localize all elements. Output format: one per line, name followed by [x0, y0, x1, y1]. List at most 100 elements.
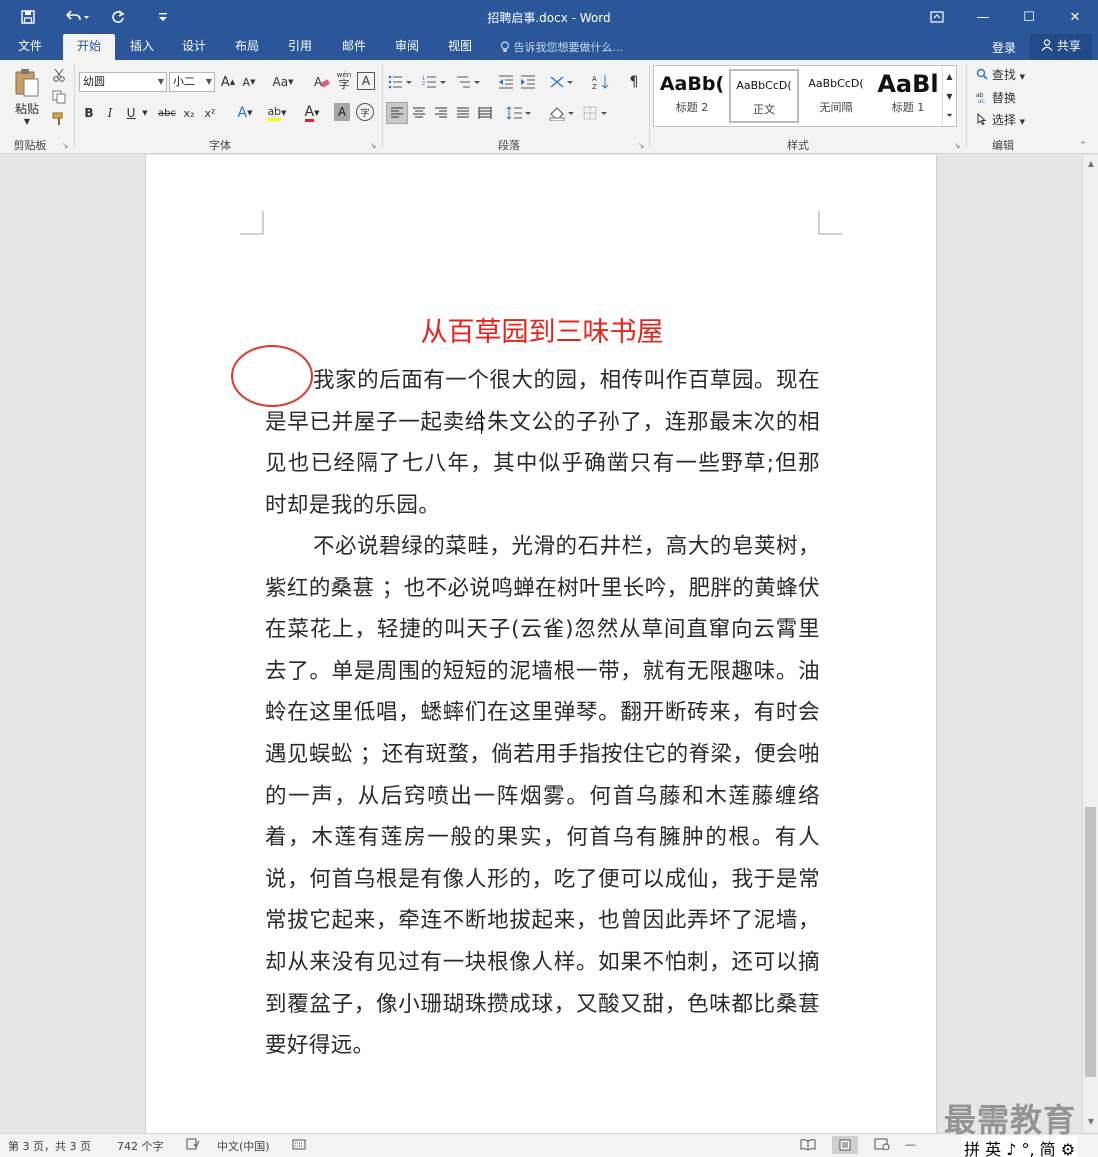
paragraph-2: 不必说碧绿的菜畦，光滑的石井栏，高大的皂荚树，紫红的桑葚 ；也不必说鸣蝉在树叶里…	[265, 534, 820, 1059]
style-normal[interactable]: AaBbCcD( 正文	[729, 69, 799, 123]
strikethrough-button[interactable]: abc	[155, 103, 179, 123]
ime-toolbar[interactable]: 拼 英 ♪ °, 简 ⚙	[962, 1136, 1078, 1157]
font-color-icon[interactable]: A ▼	[298, 103, 326, 123]
shrink-font-icon[interactable]: A ▼	[240, 72, 258, 92]
proofing-icon[interactable]	[186, 1138, 200, 1153]
document-page[interactable]: 从百草园到三味书屋 我家的后面有一个很大的园，相传叫作百草园。现在是早已并屋子一…	[145, 155, 937, 1133]
format-painter-icon[interactable]	[50, 110, 68, 128]
numbering-icon[interactable]: 12	[421, 72, 453, 92]
bullets-icon[interactable]	[387, 72, 419, 92]
style-heading-1[interactable]: AaBl 标题 1	[873, 69, 943, 123]
cut-icon[interactable]	[50, 66, 68, 84]
style-preview: AaBb(	[659, 73, 725, 95]
style-name: 正文	[753, 103, 775, 116]
scrollbar-thumb[interactable]	[1085, 807, 1096, 1077]
styles-scroll-up-icon[interactable]: ▲	[942, 66, 956, 86]
superscript-button[interactable]: x²	[201, 103, 219, 123]
maximize-button[interactable]: ☐	[1006, 0, 1052, 34]
increase-indent-icon[interactable]	[518, 72, 538, 92]
close-button[interactable]: ✕	[1052, 0, 1098, 34]
line-spacing-icon[interactable]	[505, 102, 535, 124]
web-layout-icon[interactable]	[874, 1138, 890, 1153]
font-name-combo[interactable]: 幼圆 ▼	[79, 72, 167, 92]
svg-text:Z: Z	[592, 83, 597, 90]
align-center-icon[interactable]	[409, 102, 429, 124]
style-heading-2[interactable]: AaBb( 标题 2	[657, 69, 727, 123]
text-effects-icon[interactable]: A ▼	[232, 103, 258, 123]
paste-dropdown-icon[interactable]: ▼	[20, 116, 34, 126]
cursor-arrow-icon	[976, 112, 988, 127]
change-case-icon[interactable]: Aa ▼	[268, 72, 298, 92]
tab-file[interactable]: 文件	[8, 34, 52, 60]
clear-formatting-icon[interactable]: A	[312, 72, 332, 92]
sort-icon[interactable]: AZ	[590, 72, 612, 92]
word-count[interactable]: 742 个字	[117, 1138, 164, 1154]
paste-label[interactable]: 粘贴	[10, 100, 44, 116]
font-launcher-icon[interactable]: ↘	[368, 140, 378, 150]
shading-icon[interactable]	[547, 102, 579, 124]
tab-mailings[interactable]: 邮件	[332, 34, 376, 60]
ribbon-tabs: 文件 开始 插入 设计 布局 引用 邮件 审阅 视图 告诉我您想要做什么... …	[0, 34, 1098, 60]
vertical-scrollbar[interactable]: ▲ ▼	[1082, 155, 1098, 1133]
title-bar: 招聘启事.docx - Word — ☐ ✕	[0, 0, 1098, 34]
tab-layout[interactable]: 布局	[225, 34, 269, 60]
enclose-characters-icon[interactable]: 字	[356, 103, 374, 121]
clipboard-launcher-icon[interactable]: ↘	[60, 140, 70, 150]
tell-me-search[interactable]: 告诉我您想要做什么...	[500, 39, 623, 55]
borders-icon[interactable]	[582, 102, 612, 124]
text-cursor	[481, 410, 482, 434]
paragraph-launcher-icon[interactable]: ↘	[636, 140, 646, 150]
select-button[interactable]: 选择 ▼	[976, 111, 1025, 128]
copy-icon[interactable]	[50, 88, 68, 106]
read-mode-icon[interactable]	[800, 1138, 816, 1153]
tab-home[interactable]: 开始	[63, 34, 115, 60]
character-shading-icon[interactable]: A	[334, 103, 350, 121]
tab-view[interactable]: 视图	[438, 34, 482, 60]
replace-button[interactable]: ab ac 替换	[976, 89, 1016, 106]
character-border-icon[interactable]: A	[357, 72, 375, 90]
scroll-down-icon[interactable]: ▼	[1083, 1117, 1098, 1126]
style-no-spacing[interactable]: AaBbCcD( 无间隔	[801, 69, 871, 123]
share-button[interactable]: 共享	[1030, 34, 1092, 60]
justify-icon[interactable]	[453, 102, 473, 124]
tab-review[interactable]: 审阅	[385, 34, 429, 60]
highlight-icon[interactable]: ab ▼	[262, 103, 292, 123]
bold-button[interactable]: B	[80, 103, 98, 123]
styles-gallery: AaBb( 标题 2 AaBbCcD( 正文 AaBbCcD( 无间隔 AaBl…	[653, 65, 957, 127]
macro-icon[interactable]	[292, 1138, 306, 1153]
tab-references[interactable]: 引用	[278, 34, 322, 60]
find-button[interactable]: 查找 ▼	[976, 66, 1025, 83]
page-count[interactable]: 第 3 页，共 3 页	[8, 1138, 91, 1154]
tab-insert[interactable]: 插入	[120, 34, 164, 60]
paste-icon[interactable]	[10, 66, 44, 100]
show-hide-marks-icon[interactable]: ¶	[624, 72, 644, 92]
document-area: 从百草园到三味书屋 我家的后面有一个很大的园，相传叫作百草园。现在是早已并屋子一…	[0, 155, 1082, 1133]
chevron-down-icon[interactable]: ▼	[140, 103, 150, 123]
align-left-icon[interactable]	[386, 102, 408, 124]
italic-button[interactable]: I	[101, 103, 119, 123]
decrease-indent-icon[interactable]	[496, 72, 516, 92]
asian-layout-icon[interactable]	[548, 72, 578, 92]
font-size-combo[interactable]: 小二 ▼	[169, 72, 215, 92]
styles-launcher-icon[interactable]: ↘	[952, 140, 962, 150]
zoom-out-icon[interactable]: —	[905, 1138, 916, 1151]
style-name: 标题 1	[891, 101, 925, 114]
multilevel-list-icon[interactable]	[455, 72, 487, 92]
underline-button[interactable]: U	[122, 103, 140, 123]
language-indicator[interactable]: 中文(中国)	[217, 1138, 270, 1154]
font-group-label: 字体	[209, 139, 231, 152]
login-link[interactable]: 登录	[992, 39, 1016, 56]
align-right-icon[interactable]	[431, 102, 451, 124]
ribbon-display-icon[interactable]	[914, 0, 960, 34]
scroll-up-icon[interactable]: ▲	[1083, 159, 1098, 168]
distributed-icon[interactable]	[475, 102, 495, 124]
subscript-button[interactable]: x₂	[180, 103, 198, 123]
collapse-ribbon-icon[interactable]: ⌃	[1076, 140, 1090, 152]
minimize-button[interactable]: —	[960, 0, 1006, 34]
styles-more-icon[interactable]: ⏷	[942, 106, 956, 126]
tab-design[interactable]: 设计	[172, 34, 216, 60]
styles-scroll-down-icon[interactable]: ▼	[942, 86, 956, 106]
grow-font-icon[interactable]: A ▲	[219, 72, 237, 92]
phonetic-guide-icon[interactable]: wén 字	[334, 70, 354, 92]
print-layout-icon[interactable]	[832, 1136, 858, 1154]
